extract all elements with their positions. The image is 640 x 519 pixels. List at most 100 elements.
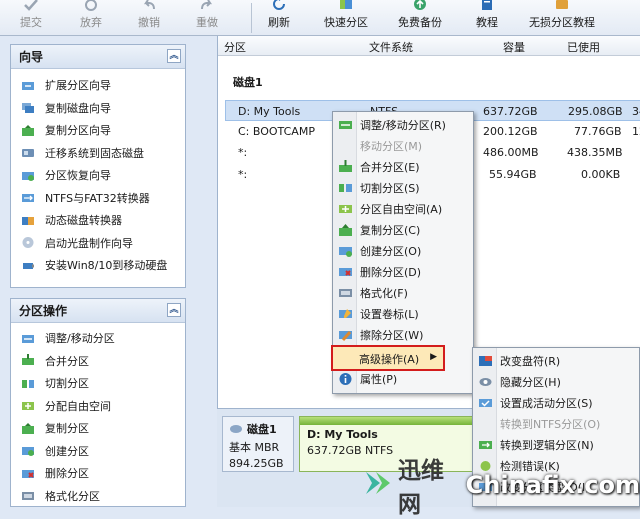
wizard-item-win-to-go[interactable]: 安装Win8/10到移动硬盘 <box>11 254 185 277</box>
menu-item-free-space[interactable]: 分区自由空间(A) <box>333 198 473 219</box>
wizard-item-copy-partition[interactable]: 复制分区向导 <box>11 119 185 142</box>
lossless-tutorial-icon <box>554 0 570 11</box>
create-icon <box>22 447 34 457</box>
create-icon <box>339 246 352 257</box>
redo-button[interactable]: 重做 <box>196 0 218 36</box>
submenu-item-hide[interactable]: 隐藏分区(H) <box>473 371 639 392</box>
copy-partition-icon <box>22 422 34 434</box>
submenu-arrow-icon: ▶ <box>430 352 437 362</box>
wizard-item-extend-partition[interactable]: 扩展分区向导 <box>11 74 185 97</box>
allocate-icon <box>339 204 352 213</box>
discard-button[interactable]: 放弃 <box>80 0 102 36</box>
watermark-logo: 迅维网 <box>398 457 444 518</box>
delete-icon <box>339 267 352 276</box>
col-partition[interactable]: 分区 <box>224 39 246 55</box>
copy-partition-icon <box>22 124 34 136</box>
label-icon <box>339 308 352 318</box>
submenu-item-to-logical[interactable]: 转换到逻辑分区(N) <box>473 434 639 455</box>
logical-icon <box>479 440 492 449</box>
watermark: 迅维网 Chinafix.com <box>360 458 640 518</box>
col-capacity[interactable]: 容量 <box>503 39 525 55</box>
menu-item-properties[interactable]: 属性(P) <box>333 368 473 389</box>
disk-card[interactable]: 磁盘1 基本 MBR 894.25GB <box>222 416 294 472</box>
menu-item-delete[interactable]: 删除分区(D) <box>333 261 473 282</box>
refresh-icon <box>271 0 287 11</box>
backup-icon <box>412 0 428 11</box>
wizard-item-boot-disc[interactable]: 启动光盘制作向导 <box>11 232 185 255</box>
wipe-icon <box>339 330 352 341</box>
resize-icon <box>22 334 34 343</box>
menu-item-wipe[interactable]: 擦除分区(W) <box>333 324 473 345</box>
drive-letter-icon <box>479 355 492 366</box>
wizard-item-migrate-ssd[interactable]: 迁移系统到固态磁盘 <box>11 142 185 165</box>
discard-icon <box>83 0 99 11</box>
wizard-panel-header: 向导 ︽ <box>11 45 185 69</box>
merge-icon <box>339 159 352 172</box>
undo-icon <box>141 0 157 11</box>
migrate-ssd-icon <box>22 149 34 158</box>
submenu-item-set-active[interactable]: 设置成活动分区(S) <box>473 392 639 413</box>
ops-item-create[interactable]: 创建分区 <box>11 440 185 463</box>
split-icon <box>22 379 34 388</box>
dynamic-disk-icon <box>22 216 34 225</box>
menu-item-split[interactable]: 切割分区(S) <box>333 177 473 198</box>
extend-partition-icon <box>22 81 34 90</box>
ops-panel-title: 分区操作 <box>19 304 68 318</box>
column-header: 分区 文件系统 容量 已使用 <box>218 36 640 56</box>
redo-icon <box>199 0 215 11</box>
menu-item-copy[interactable]: 复制分区(C) <box>333 219 473 240</box>
menu-item-create[interactable]: 创建分区(O) <box>333 240 473 261</box>
copy-disk-icon <box>22 103 34 114</box>
wizard-item-ntfs-fat32[interactable]: NTFS与FAT32转换器 <box>11 187 185 210</box>
wizard-item-copy-disk[interactable]: 复制磁盘向导 <box>11 97 185 120</box>
menu-item-move[interactable]: 移动分区(M) <box>333 135 473 156</box>
watermark-url: Chinafix.com <box>465 470 640 499</box>
format-icon <box>339 288 352 297</box>
submit-button[interactable]: 提交 <box>20 0 42 36</box>
disc-icon <box>22 237 34 249</box>
book-icon <box>479 0 495 11</box>
submenu-item-change-letter[interactable]: 改变盘符(R) <box>473 350 639 371</box>
menu-item-set-label[interactable]: 设置卷标(L) <box>333 303 473 324</box>
menu-item-resize[interactable]: 调整/移动分区(R) <box>333 114 473 135</box>
undo-button[interactable]: 撤销 <box>138 0 160 36</box>
disk-label: 磁盘1 <box>233 76 263 89</box>
quick-partition-button[interactable]: 快速分区 <box>324 0 368 36</box>
chinafix-logo-icon <box>366 472 390 494</box>
format-icon <box>22 492 34 501</box>
merge-icon <box>22 354 34 366</box>
menu-item-advanced[interactable]: 高级操作(A) ▶ <box>331 345 445 371</box>
ops-item-split[interactable]: 切割分区 <box>11 372 185 395</box>
collapse-icon[interactable]: ︽ <box>167 303 181 317</box>
allocate-icon <box>22 402 34 411</box>
collapse-icon[interactable]: ︽ <box>167 49 181 63</box>
copy-partition-icon <box>339 223 352 236</box>
col-filesystem[interactable]: 文件系统 <box>369 39 413 55</box>
active-icon <box>479 398 492 407</box>
ops-item-resize[interactable]: 调整/移动分区 <box>11 327 185 350</box>
partition-ops-panel: 分区操作 ︽ 调整/移动分区 合并分区 切割分区 分配自由空间 复制分区 创建分… <box>10 298 186 507</box>
tutorial-button[interactable]: 教程 <box>476 0 498 36</box>
free-backup-button[interactable]: 免费备份 <box>398 0 442 36</box>
ops-item-format[interactable]: 格式化分区 <box>11 485 185 508</box>
disk-icon <box>230 425 242 433</box>
refresh-button[interactable]: 刷新 <box>268 0 290 36</box>
wizard-item-dynamic-disk[interactable]: 动态磁盘转换器 <box>11 209 185 232</box>
ops-item-delete[interactable]: 删除分区 <box>11 462 185 485</box>
check-icon <box>23 0 39 11</box>
wizard-item-partition-recovery[interactable]: 分区恢复向导 <box>11 164 185 187</box>
ops-item-merge[interactable]: 合并分区 <box>11 350 185 373</box>
hide-icon <box>479 377 492 386</box>
wizard-panel-title: 向导 <box>19 50 44 64</box>
lossless-tutorial-button[interactable]: 无损分区教程 <box>529 0 595 36</box>
col-used[interactable]: 已使用 <box>567 39 600 55</box>
split-icon <box>339 183 352 192</box>
ops-item-allocate-space[interactable]: 分配自由空间 <box>11 395 185 418</box>
info-icon <box>339 372 352 385</box>
menu-item-format[interactable]: 格式化(F) <box>333 282 473 303</box>
convert-icon <box>22 194 34 203</box>
ops-item-copy[interactable]: 复制分区 <box>11 417 185 440</box>
submenu-item-to-ntfs[interactable]: 转换到NTFS分区(O) <box>473 413 639 434</box>
menu-item-merge[interactable]: 合并分区(E) <box>333 156 473 177</box>
resize-icon <box>339 120 352 129</box>
